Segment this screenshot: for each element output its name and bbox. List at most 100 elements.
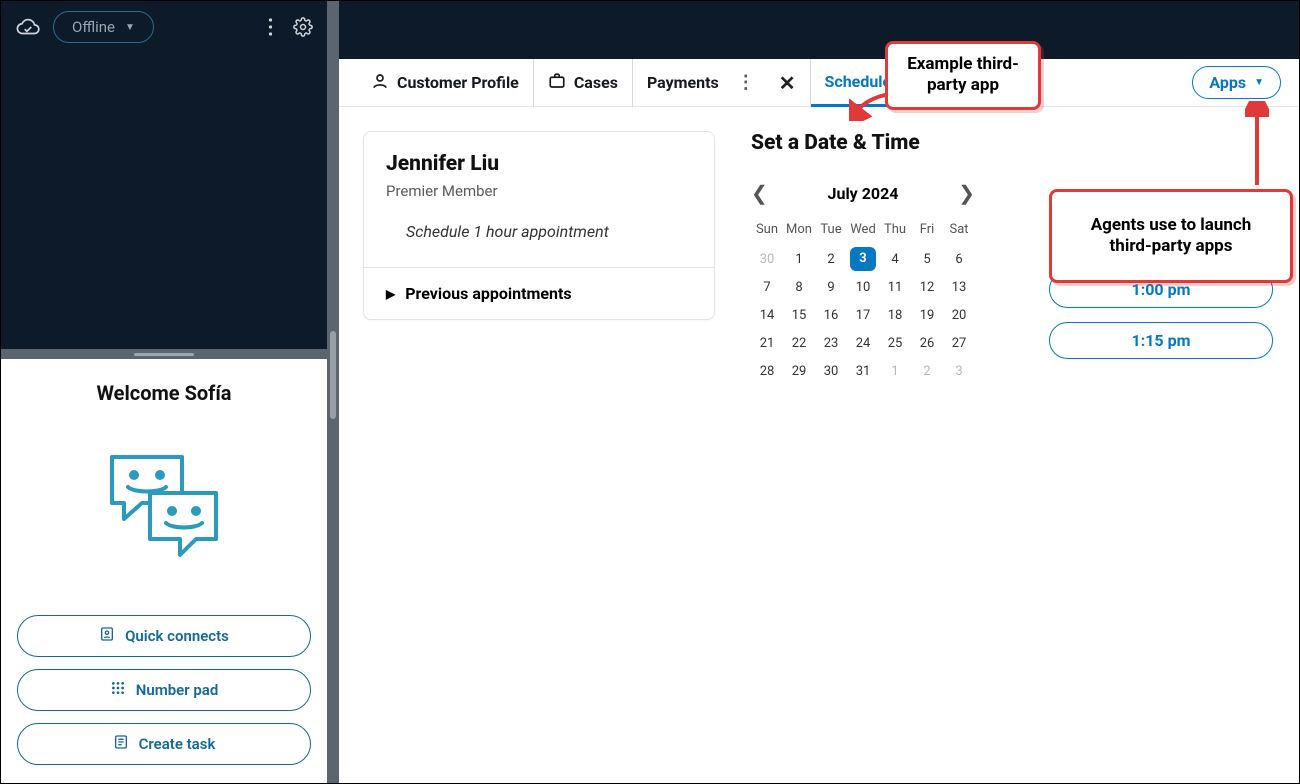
tab-close-icon[interactable]: ✕ (773, 71, 796, 95)
sidebar-dark-region: Offline ▼ (1, 1, 327, 349)
calendar-day: 2 (911, 357, 943, 385)
calendar-day[interactable]: 16 (815, 301, 847, 329)
previous-appointments-toggle[interactable]: ▶ Previous appointments (364, 267, 714, 319)
calendar-dow: Sat (943, 217, 975, 245)
calendar-day[interactable]: 25 (879, 329, 911, 357)
quick-connects-button[interactable]: Quick connects (17, 615, 311, 657)
time-slots: 1:00 pm1:15 pm (1049, 271, 1273, 359)
calendar-dow: Mon (783, 217, 815, 245)
calendar-day[interactable]: 19 (911, 301, 943, 329)
calendar-day[interactable]: 14 (751, 301, 783, 329)
calendar-dow: Fri (911, 217, 943, 245)
scheduler-content: Example third-party app Agents use to la… (339, 107, 1299, 783)
calendar-day[interactable]: 23 (815, 329, 847, 357)
calendar-dow: Thu (879, 217, 911, 245)
calendar-day[interactable]: 15 (783, 301, 815, 329)
bookmark-icon (99, 626, 115, 646)
calendar-day[interactable]: 4 (879, 245, 911, 273)
panel-divider[interactable] (327, 1, 339, 783)
tab-cases[interactable]: Cases (534, 59, 633, 107)
agent-sidebar: Offline ▼ Welcome Sofía (1, 1, 327, 783)
date-time-heading: Set a Date & Time (751, 131, 975, 155)
calendar-day[interactable]: 28 (751, 357, 783, 385)
sidebar-topbar: Offline ▼ (1, 1, 327, 53)
calendar-day[interactable]: 10 (847, 273, 879, 301)
apps-dropdown[interactable]: Apps ▼ (1192, 66, 1281, 99)
calendar-day[interactable]: 30 (815, 357, 847, 385)
sidebar-light-region: Welcome Sofía Quick connects Number pad (1, 359, 327, 783)
calendar-day[interactable]: 3 (847, 245, 879, 273)
calendar-day[interactable]: 11 (879, 273, 911, 301)
settings-gear-icon[interactable] (293, 17, 313, 37)
agent-status-dropdown[interactable]: Offline ▼ (53, 11, 154, 43)
calendar-next-month[interactable]: ❯ (958, 181, 975, 205)
main-header-dark (339, 1, 1299, 59)
calendar-day[interactable]: 26 (911, 329, 943, 357)
quick-connects-label: Quick connects (125, 627, 229, 645)
callout-apps-launcher: Agents use to launch third-party apps (1049, 189, 1293, 283)
calendar-day[interactable]: 22 (783, 329, 815, 357)
task-list-icon (113, 734, 129, 754)
customer-card: Jennifer Liu Premier Member Schedule 1 h… (363, 131, 715, 320)
calendar-dow: Sun (751, 217, 783, 245)
apps-label: Apps (1209, 73, 1246, 92)
calendar-day[interactable]: 7 (751, 273, 783, 301)
calendar-day[interactable]: 29 (783, 357, 815, 385)
calendar-day[interactable]: 18 (879, 301, 911, 329)
calendar-day: 30 (751, 245, 783, 273)
tab-label: Payments (647, 73, 719, 92)
calendar-day[interactable]: 2 (815, 245, 847, 273)
tab-more-icon[interactable]: ⋮ (733, 72, 759, 93)
triangle-right-icon: ▶ (386, 287, 395, 301)
calendar-day[interactable]: 13 (943, 273, 975, 301)
callout-third-party-app: Example third-party app (885, 41, 1041, 110)
calendar-day[interactable]: 12 (911, 273, 943, 301)
customer-membership: Premier Member (386, 182, 692, 200)
previous-appointments-label: Previous appointments (405, 284, 571, 303)
scrollbar-thumb[interactable] (330, 331, 336, 419)
panel-resize-grip[interactable] (1, 349, 327, 359)
calendar-day[interactable]: 21 (751, 329, 783, 357)
tab-customer-profile[interactable]: Customer Profile (357, 59, 534, 107)
schedule-note: Schedule 1 hour appointment (386, 222, 692, 241)
welcome-heading: Welcome Sofía (96, 381, 231, 405)
calendar-day[interactable]: 6 (943, 245, 975, 273)
calendar-day[interactable]: 1 (783, 245, 815, 273)
arrow-to-apps-dropdown (1245, 101, 1269, 189)
more-vertical-icon[interactable] (268, 18, 273, 36)
main-workspace: Customer Profile Cases Payments ⋮ ✕ Sche… (339, 1, 1299, 783)
calendar-day[interactable]: 24 (847, 329, 879, 357)
dialpad-icon (110, 680, 126, 700)
create-task-button[interactable]: Create task (17, 723, 311, 765)
tab-payments[interactable]: Payments ⋮ ✕ (633, 59, 811, 107)
calendar-day[interactable]: 27 (943, 329, 975, 357)
calendar-prev-month[interactable]: ❮ (751, 181, 768, 205)
calendar-dow: Tue (815, 217, 847, 245)
calendar-day[interactable]: 8 (783, 273, 815, 301)
tab-label: Cases (574, 73, 618, 92)
calendar-day[interactable]: 5 (911, 245, 943, 273)
calendar-day[interactable]: 31 (847, 357, 879, 385)
calendar-day: 3 (943, 357, 975, 385)
number-pad-label: Number pad (136, 681, 219, 699)
calendar-grid: SunMonTueWedThuFriSat 301234567891011121… (751, 217, 975, 385)
cloud-status-icon (15, 17, 41, 37)
create-task-label: Create task (139, 735, 216, 753)
calendar-dow: Wed (847, 217, 879, 245)
workspace-tabbar: Customer Profile Cases Payments ⋮ ✕ Sche… (339, 59, 1299, 107)
briefcase-icon (548, 72, 566, 94)
agent-status-label: Offline (72, 18, 115, 36)
calendar-day[interactable]: 17 (847, 301, 879, 329)
customer-name: Jennifer Liu (386, 152, 692, 176)
caret-down-icon: ▼ (1254, 77, 1264, 88)
person-icon (371, 72, 389, 94)
time-slot-button[interactable]: 1:15 pm (1049, 322, 1273, 359)
calendar-day: 1 (879, 357, 911, 385)
calendar-month-label: July 2024 (828, 184, 899, 203)
calendar-day[interactable]: 20 (943, 301, 975, 329)
date-time-picker: Set a Date & Time ❮ July 2024 ❯ SunMonTu… (751, 131, 975, 385)
tab-label: Customer Profile (397, 73, 519, 92)
number-pad-button[interactable]: Number pad (17, 669, 311, 711)
calendar-day[interactable]: 9 (815, 273, 847, 301)
caret-down-icon: ▼ (125, 22, 135, 33)
